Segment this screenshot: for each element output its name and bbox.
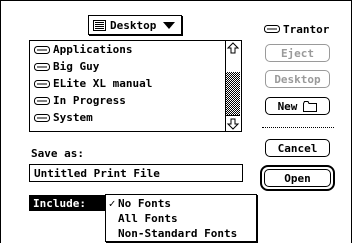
current-drive: Trantor: [264, 21, 329, 37]
list-item-label: Big Guy: [53, 60, 100, 73]
drive-icon: [34, 96, 50, 105]
check-icon: ✓: [108, 197, 116, 210]
open-button-label: Open: [284, 171, 311, 185]
menu-item-all-fonts[interactable]: All Fonts: [106, 211, 178, 226]
list-scrollbar[interactable]: [225, 41, 241, 131]
separator: [262, 127, 334, 128]
save-as-value: Untitled Print File: [34, 166, 160, 180]
scroll-down-arrow-icon[interactable]: [226, 115, 240, 131]
folder-popup[interactable]: Desktop: [88, 15, 182, 35]
list-item-big-guy[interactable]: Big Guy: [30, 58, 226, 75]
scroll-track[interactable]: [226, 72, 240, 115]
desktop-icon: [93, 19, 106, 31]
drive-icon: [34, 45, 50, 54]
open-button[interactable]: Open: [264, 169, 331, 187]
cancel-button[interactable]: Cancel: [265, 139, 330, 157]
include-label[interactable]: Include:: [29, 195, 107, 211]
folder-icon: [303, 100, 318, 112]
list-item-label: System: [53, 111, 93, 124]
list-item-system[interactable]: System: [30, 109, 226, 126]
save-as-label: Save as:: [31, 147, 84, 160]
list-item-applications[interactable]: Applications: [30, 41, 226, 58]
menu-item-non-standard-fonts[interactable]: Non-Standard Fonts: [106, 226, 237, 241]
list-item-label: In Progress: [53, 94, 126, 107]
list-item-elite-xl-manual[interactable]: ELite XL manual: [30, 75, 226, 92]
file-list[interactable]: Applications Big Guy ELite XL manual In …: [29, 40, 242, 132]
drive-icon: [34, 113, 50, 122]
new-button-label: New: [277, 99, 298, 113]
eject-button-label: Eject: [280, 46, 315, 60]
drive-icon: [34, 62, 50, 71]
save-as-field[interactable]: Untitled Print File: [29, 164, 243, 182]
triangle-down-icon: [163, 21, 175, 29]
list-item-label: Applications: [53, 43, 133, 56]
scroll-thumb[interactable]: [226, 56, 240, 73]
list-item-label: ELite XL manual: [53, 77, 153, 90]
desktop-button[interactable]: Desktop: [265, 70, 330, 88]
desktop-button-label: Desktop: [274, 72, 321, 86]
folder-popup-label: Desktop: [110, 18, 157, 32]
drive-label: Trantor: [283, 22, 330, 36]
drive-icon: [264, 25, 280, 33]
drive-icon: [34, 79, 50, 88]
new-folder-button[interactable]: New: [265, 97, 330, 115]
eject-button[interactable]: Eject: [265, 44, 330, 62]
include-menu[interactable]: ✓ No Fonts All Fonts Non-Standard Fonts: [105, 194, 257, 242]
menu-item-label: Non-Standard Fonts: [118, 227, 238, 240]
scroll-up-arrow-icon[interactable]: [226, 41, 240, 57]
cancel-button-label: Cancel: [277, 141, 318, 155]
list-item-in-progress[interactable]: In Progress: [30, 92, 226, 109]
menu-item-label: No Fonts: [118, 197, 171, 210]
menu-item-no-fonts[interactable]: ✓ No Fonts: [106, 196, 171, 211]
menu-item-label: All Fonts: [118, 212, 178, 225]
